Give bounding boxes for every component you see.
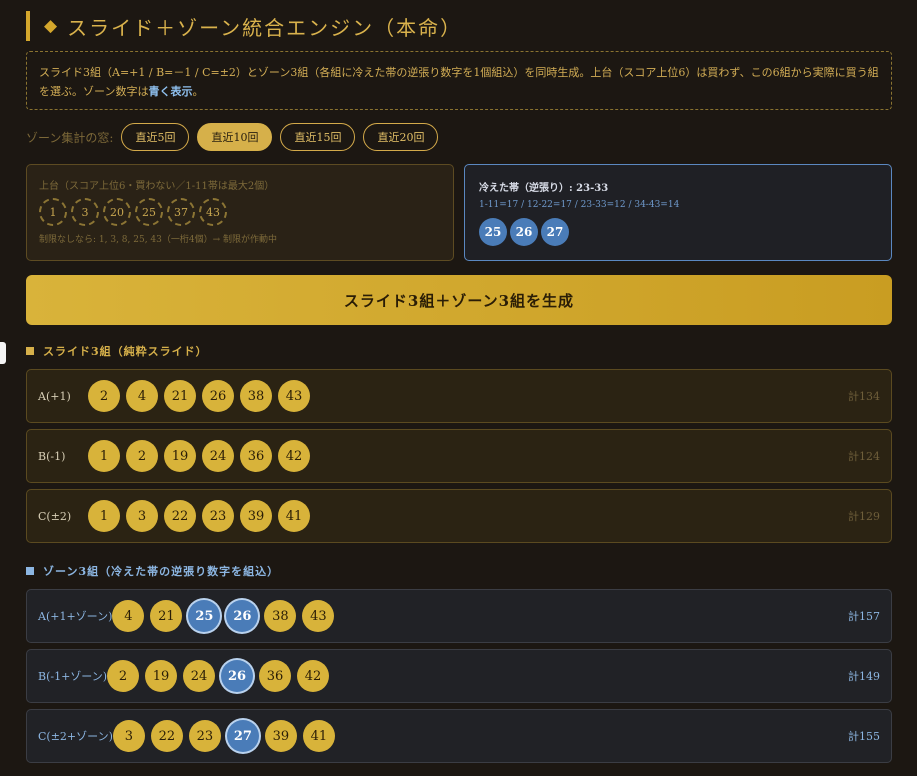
cold-band-counts: 1-11=17 / 12-22=17 / 23-33=12 / 34-43=14 <box>479 200 680 210</box>
diamond-icon: ◆ <box>44 16 58 36</box>
number-ball: 1 <box>88 440 120 472</box>
number-ball: 2 <box>88 380 120 412</box>
top-score-title: 上台（スコア上位6・買わない／1-11帯は最大2個） <box>39 181 275 192</box>
cold-number-ball: 27 <box>226 720 259 752</box>
zone-window-selector: ゾーン集計の窓: 直近5回 直近10回 直近15回 直近20回 <box>26 123 892 151</box>
cold-number: 26 <box>510 218 538 246</box>
number-ball: 39 <box>264 720 297 752</box>
number-ball: 3 <box>126 500 158 532</box>
slide-rows: A(+1) 2 4 21 26 38 43 計134 B(-1) 1 2 19 24 36 42 計124 C(… <box>26 369 892 543</box>
square-icon <box>26 347 34 355</box>
number-ball: 2 <box>126 440 158 472</box>
number-ball: 3 <box>112 720 145 752</box>
combo-label: A(+1+ゾーン) <box>38 610 113 623</box>
number-ball: 21 <box>164 380 196 412</box>
number-ball: 43 <box>278 380 310 412</box>
number-ball: 36 <box>259 660 292 692</box>
combo-total: 計124 <box>848 450 880 463</box>
info-highlight: 青く表示 <box>148 85 193 98</box>
number-ball: 43 <box>302 600 335 632</box>
square-icon <box>26 567 34 575</box>
number-ball: 36 <box>240 440 272 472</box>
cold-number: 25 <box>479 218 507 246</box>
window-option-20[interactable]: 直近20回 <box>363 123 439 151</box>
combo-label: B(-1+ゾーン) <box>38 670 108 683</box>
number-ball: 23 <box>188 720 221 752</box>
top-score-number: 25 <box>135 198 163 226</box>
slide-section-heading: スライド3組（純粋スライド） <box>26 343 892 359</box>
combo-total: 計149 <box>848 670 880 683</box>
number-ball: 41 <box>302 720 335 752</box>
combo-total: 計134 <box>848 390 880 403</box>
number-ball: 22 <box>150 720 183 752</box>
number-ball: 39 <box>240 500 272 532</box>
top-score-numbers: 1 3 20 25 37 43 <box>39 198 441 226</box>
top-score-number: 37 <box>167 198 195 226</box>
combo-row: A(+1+ゾーン) 4 21 25 26 38 43 計157 <box>26 589 892 643</box>
cold-number-ball: 25 <box>188 600 221 632</box>
number-ball: 38 <box>264 600 297 632</box>
number-ball: 19 <box>145 660 178 692</box>
combo-row: A(+1) 2 4 21 26 38 43 計134 <box>26 369 892 423</box>
number-ball: 19 <box>164 440 196 472</box>
number-ball: 1 <box>88 500 120 532</box>
combo-label: A(+1) <box>38 389 71 403</box>
window-option-5[interactable]: 直近5回 <box>121 123 190 151</box>
top-score-number: 43 <box>199 198 227 226</box>
slide-section-title: スライド3組（純粋スライド） <box>43 345 208 358</box>
top-score-number: 1 <box>39 198 67 226</box>
info-end: 。 <box>192 85 204 98</box>
number-ball: 4 <box>126 380 158 412</box>
window-option-15[interactable]: 直近15回 <box>280 123 356 151</box>
number-ball: 22 <box>164 500 196 532</box>
window-option-10[interactable]: 直近10回 <box>197 123 273 151</box>
top-score-panel: 上台（スコア上位6・買わない／1-11帯は最大2個） 1 3 20 25 37 43 制限… <box>26 164 454 261</box>
cold-band-title: 冷えた帯（逆張り）: 23-33 <box>479 183 609 194</box>
number-ball: 42 <box>297 660 330 692</box>
number-ball: 21 <box>150 600 183 632</box>
page-title: スライド＋ゾーン統合エンジン（本命） <box>67 15 463 40</box>
number-ball: 23 <box>202 500 234 532</box>
combo-total: 計129 <box>848 510 880 523</box>
combo-label: C(±2+ゾーン) <box>38 730 113 743</box>
generate-button[interactable]: スライド3組＋ゾーン3組を生成 <box>26 275 892 325</box>
page-header: ◆ スライド＋ゾーン統合エンジン（本命） <box>26 10 892 42</box>
combo-label: C(±2) <box>38 509 72 523</box>
number-ball: 4 <box>112 600 145 632</box>
cold-band-panel: 冷えた帯（逆張り）: 23-33 1-11=17 / 12-22=17 / 23… <box>464 164 892 261</box>
zone-rows: A(+1+ゾーン) 4 21 25 26 38 43 計157 B(-1+ゾーン) 2 19 24 26… <box>26 589 892 763</box>
number-ball: 26 <box>202 380 234 412</box>
combo-total: 計157 <box>848 610 880 623</box>
side-tab-handle[interactable] <box>0 342 6 364</box>
cold-number-ball: 26 <box>221 660 254 692</box>
number-ball: 41 <box>278 500 310 532</box>
top-score-number: 3 <box>71 198 99 226</box>
combo-row: B(-1) 1 2 19 24 36 42 計124 <box>26 429 892 483</box>
zone-section-heading: ゾーン3組（冷えた帯の逆張り数字を組込） <box>26 563 892 579</box>
summary-panels: 上台（スコア上位6・買わない／1-11帯は最大2個） 1 3 20 25 37 43 制限… <box>26 164 892 261</box>
zone-section-title: ゾーン3組（冷えた帯の逆張り数字を組込） <box>43 565 280 578</box>
combo-label: B(-1) <box>38 449 66 463</box>
cold-number: 27 <box>541 218 569 246</box>
number-ball: 24 <box>183 660 216 692</box>
top-score-number: 20 <box>103 198 131 226</box>
title-accent-bar <box>26 11 30 41</box>
page: ◆ スライド＋ゾーン統合エンジン（本命） スライド3組（A=+1 / B=－1 … <box>26 10 892 769</box>
top-score-note: 制限なしなら: 1, 3, 8, 25, 43（一桁4個）→ 制限が作動中 <box>39 235 277 245</box>
combo-row: C(±2+ゾーン) 3 22 23 27 39 41 計155 <box>26 709 892 763</box>
number-ball: 2 <box>107 660 140 692</box>
number-ball: 42 <box>278 440 310 472</box>
number-ball: 24 <box>202 440 234 472</box>
combo-row: B(-1+ゾーン) 2 19 24 26 36 42 計149 <box>26 649 892 703</box>
zone-window-label: ゾーン集計の窓: <box>26 130 114 145</box>
cold-band-numbers: 25 26 27 <box>479 218 877 246</box>
number-ball: 38 <box>240 380 272 412</box>
cold-number-ball: 26 <box>226 600 259 632</box>
combo-total: 計155 <box>848 730 880 743</box>
info-box: スライド3組（A=+1 / B=－1 / C=±2）とゾーン3組（各組に冷えた帯… <box>26 51 892 110</box>
combo-row: C(±2) 1 3 22 23 39 41 計129 <box>26 489 892 543</box>
